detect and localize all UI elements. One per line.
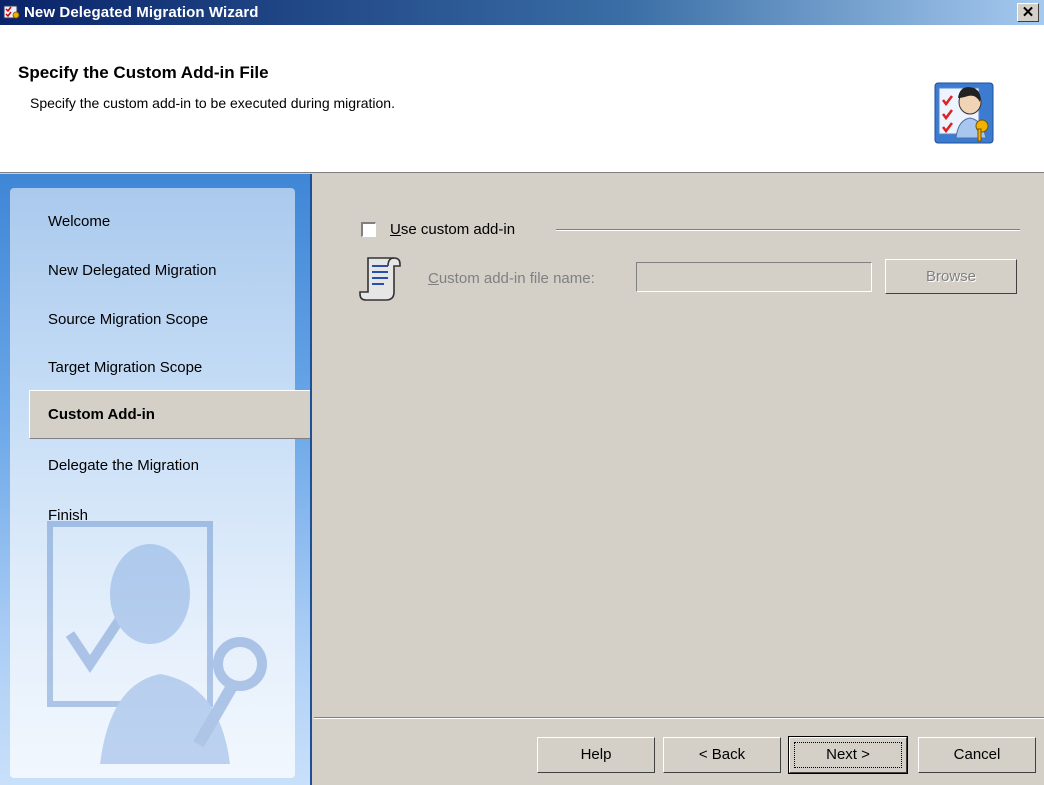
browse-button[interactable]: Browse bbox=[885, 259, 1017, 294]
sidebar-item-target-migration-scope[interactable]: Target Migration Scope bbox=[48, 359, 202, 376]
sidebar-item-new-delegated-migration[interactable]: New Delegated Migration bbox=[48, 262, 216, 279]
sidebar-item-welcome[interactable]: Welcome bbox=[48, 213, 110, 230]
sidebar-item-finish[interactable]: Finish bbox=[48, 507, 88, 524]
sidebar-item-label: Custom Add-in bbox=[48, 406, 155, 423]
footer-divider bbox=[314, 717, 1044, 719]
back-button[interactable]: < Back bbox=[663, 737, 781, 773]
wizard-content: Use custom add-in Custom add-in file nam… bbox=[314, 174, 1044, 785]
help-label: Help bbox=[580, 746, 612, 763]
script-scroll-icon bbox=[359, 257, 401, 301]
sidebar-item-custom-add-in[interactable]: Custom Add-in bbox=[29, 390, 310, 439]
page-subtitle: Specify the custom add-in to be executed… bbox=[30, 95, 395, 111]
use-custom-addin-checkbox[interactable] bbox=[361, 222, 376, 237]
sidebar-item-delegate-the-migration[interactable]: Delegate the Migration bbox=[48, 457, 199, 474]
focus-rectangle bbox=[794, 742, 902, 768]
use-custom-addin-label[interactable]: Use custom add-in bbox=[390, 221, 515, 238]
wizard-app-icon bbox=[3, 5, 20, 19]
wizard-steps-sidebar: Welcome New Delegated Migration Source M… bbox=[0, 174, 312, 785]
use-custom-addin-mnemonic: U bbox=[390, 221, 401, 238]
help-button[interactable]: Help bbox=[537, 737, 655, 773]
custom-addin-file-input[interactable] bbox=[636, 262, 872, 292]
window-title: New Delegated Migration Wizard bbox=[24, 4, 259, 21]
custom-addin-mnemonic: C bbox=[428, 270, 439, 287]
sidebar-item-source-migration-scope[interactable]: Source Migration Scope bbox=[48, 311, 208, 328]
close-icon: ✕ bbox=[1021, 4, 1035, 21]
page-title: Specify the Custom Add-in File bbox=[18, 63, 269, 82]
custom-addin-file-label-text: ustom add-in file name: bbox=[438, 270, 595, 287]
wizard-header: Specify the Custom Add-in File Specify t… bbox=[0, 25, 1044, 173]
use-custom-addin-label-text: se custom add-in bbox=[400, 221, 516, 238]
back-label: < Back bbox=[698, 746, 746, 763]
next-button[interactable]: Next > bbox=[788, 736, 908, 774]
cancel-label: Cancel bbox=[953, 746, 1001, 763]
browse-label: Browse bbox=[925, 268, 977, 285]
group-divider bbox=[556, 229, 1020, 231]
sidebar-watermark-illustration bbox=[47, 521, 267, 764]
close-button[interactable]: ✕ bbox=[1017, 3, 1039, 22]
custom-addin-file-label: Custom add-in file name: bbox=[428, 270, 595, 287]
window-titlebar: New Delegated Migration Wizard ✕ bbox=[0, 0, 1044, 25]
cancel-button[interactable]: Cancel bbox=[918, 737, 1036, 773]
user-checklist-key-icon bbox=[934, 82, 994, 144]
